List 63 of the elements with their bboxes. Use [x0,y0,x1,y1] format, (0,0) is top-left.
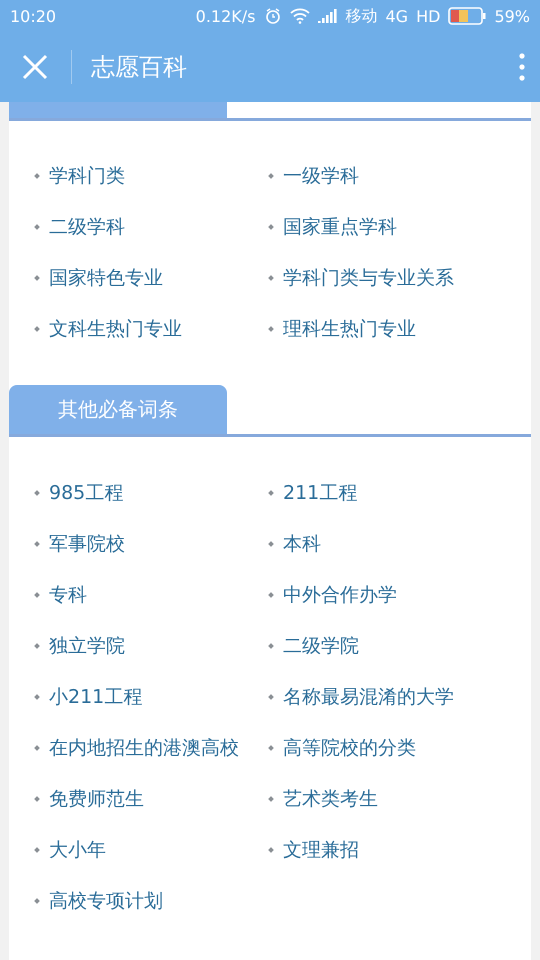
entry-link[interactable]: 二级学科 [49,214,125,240]
bullet-icon [34,642,40,648]
bullet-icon [268,172,274,178]
entry-link[interactable]: 大小年 [49,836,106,862]
bullet-icon [268,540,274,546]
signal-icon [318,9,338,23]
page-title: 志愿百科 [91,52,188,83]
bullet-icon [34,796,40,802]
bullet-icon [34,490,40,496]
bullet-icon [268,592,274,598]
entry-link[interactable]: 独立学院 [49,632,125,658]
bullet-icon [34,744,40,750]
bullet-icon [268,224,274,230]
entry-link[interactable]: 小211工程 [49,684,142,710]
bullet-icon [34,224,40,230]
entry-link[interactable]: 985工程 [49,480,124,506]
bullet-icon [268,642,274,648]
carrier-name: 移动 [346,6,378,26]
bullet-icon [268,490,274,496]
entry-link[interactable]: 一级学科 [283,162,359,188]
more-menu-icon[interactable] [518,53,526,81]
entry-link[interactable]: 二级学院 [283,632,359,658]
entry-link[interactable]: 国家特色专业 [49,264,163,290]
entry-link[interactable]: 学科门类 [49,162,125,188]
bullet-icon [34,326,40,332]
bullet-icon [34,540,40,546]
bullet-icon [34,592,40,598]
entry-link[interactable]: 在内地招生的港澳高校 [49,734,239,760]
entry-link[interactable]: 中外合作办学 [283,582,397,608]
entry-link[interactable]: 艺术类考生 [283,786,378,812]
status-time: 10:20 [10,6,56,26]
alarm-icon [264,7,282,25]
close-icon[interactable] [22,54,48,80]
bullet-icon [268,326,274,332]
entry-link[interactable]: 学科门类与专业关系 [283,264,454,290]
network-speed: 0.12K/s [196,6,256,26]
entry-link[interactable]: 文科生热门专业 [49,316,182,342]
bullet-icon [268,744,274,750]
bullet-icon [34,846,40,852]
bullet-icon [268,796,274,802]
entry-link[interactable]: 高等院校的分类 [283,734,416,760]
network-type: 4G [386,6,408,26]
hd-label: HD [416,6,440,26]
entry-link[interactable]: 理科生热门专业 [283,316,416,342]
bullet-icon [268,694,274,700]
entry-link[interactable]: 国家重点学科 [283,214,397,240]
entry-link[interactable]: 专科 [49,582,87,608]
bullet-icon [34,172,40,178]
entry-link[interactable]: 本科 [283,530,321,556]
battery-percent: 59% [494,6,530,26]
entry-link[interactable]: 军事院校 [49,530,125,556]
wifi-icon [290,8,310,24]
entry-link[interactable]: 文理兼招 [283,836,359,862]
bullet-icon [34,274,40,280]
bullet-icon [268,846,274,852]
bullet-icon [268,274,274,280]
bullet-icon [34,898,40,904]
entry-link[interactable]: 高校专项计划 [49,888,163,914]
entry-link[interactable]: 名称最易混淆的大学 [283,684,454,710]
bullet-icon [34,694,40,700]
entry-link[interactable]: 211工程 [283,480,358,506]
battery-icon [448,7,486,25]
entry-link[interactable]: 免费师范生 [49,786,144,812]
